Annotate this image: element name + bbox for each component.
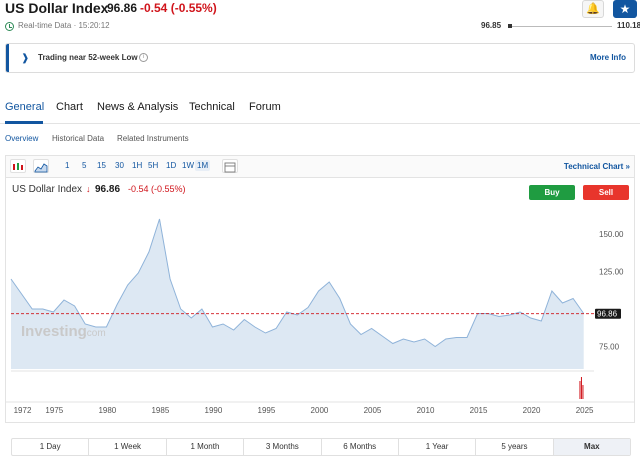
range-6-months[interactable]: 6 Months [322,439,399,455]
day-range-low: 96.85 [481,21,502,30]
alert-text: Trading near 52-week Low [38,53,138,62]
range-max[interactable]: Max [553,439,630,455]
chart-toolbar: 1 5 15 30 1H 5H 1D 1W 1M Technical Chart… [6,156,634,178]
y-tick-label: 75.00 [599,343,620,352]
time-range-selector: 1 Day 1 Week 1 Month 3 Months 6 Months 1… [11,438,631,456]
interval-1m[interactable]: 1M [195,160,211,171]
calendar-icon[interactable] [222,159,238,173]
more-info-link[interactable]: More Info [590,53,626,62]
x-tick-label: 2005 [364,406,382,415]
x-tick-label: 1990 [205,406,223,415]
tab-news-analysis[interactable]: News & Analysis [97,101,178,113]
main-tabs: General Chart News & Analysis Technical … [0,100,640,124]
x-tick-label: 1995 [258,406,276,415]
interval-1d[interactable]: 1D [164,160,178,171]
investing-watermark-suffix: .com [84,328,106,339]
instrument-title: US Dollar Index [5,0,109,16]
x-tick-label: 2025 [576,406,594,415]
candlestick-icon[interactable] [10,159,26,173]
day-range-high: 110.18 [617,21,640,30]
price-chart[interactable]: Investing.com 96.86 150.00 125.00 75.00 1972 1… [6,204,634,422]
realtime-row: Real-time Data · 15:20:12 96.85 110.18 [0,20,640,34]
volume-bar [579,381,581,399]
range-1-week[interactable]: 1 Week [89,439,167,455]
signal-icon: ❱ [21,53,30,64]
x-tick-label: 2020 [523,406,541,415]
x-tick-label: 1985 [151,406,169,415]
range-1-day[interactable]: 1 Day [12,439,90,455]
interval-1[interactable]: 1 [63,160,71,171]
tab-chart[interactable]: Chart [56,101,83,113]
subtab-related-instruments[interactable]: Related Instruments [117,134,189,143]
interval-15[interactable]: 15 [95,160,108,171]
alert-accent-bar [6,44,9,72]
price-change: -0.54 (-0.55%) [140,1,217,15]
price-change-value: -0.54 [140,1,168,15]
range-1-year[interactable]: 1 Year [399,439,477,455]
range-3-months[interactable]: 3 Months [244,439,322,455]
day-range-marker [508,24,512,28]
volume-bar [580,377,582,399]
down-arrow-icon: ↓ [86,184,91,194]
y-tick-label: 150.00 [599,230,624,239]
x-tick-label: 2015 [470,406,488,415]
realtime-label: Real-time Data · 15:20:12 [18,21,110,30]
price-change-percent: (-0.55%) [170,1,217,15]
x-tick-label: 2000 [311,406,329,415]
interval-30[interactable]: 30 [113,160,126,171]
sell-button[interactable]: Sell [583,185,629,200]
legend-change: -0.54 (-0.55%) [128,184,186,194]
clock-icon [5,22,14,31]
interval-5h[interactable]: 5H [146,160,160,171]
buy-button[interactable]: Buy [529,185,575,200]
active-tab-indicator [5,121,43,124]
range-1-month[interactable]: 1 Month [167,439,245,455]
tab-technical[interactable]: Technical [189,101,235,113]
current-price-label: 96.86 [597,310,618,319]
sub-tabs: Overview Historical Data Related Instrum… [0,132,640,152]
bell-plus-icon: 🔔 [586,3,600,15]
area-chart-icon[interactable] [33,159,49,173]
volume-bar [582,385,584,399]
y-tick-label: 125.00 [599,268,624,277]
legend-price: 96.86 [95,184,121,195]
star-icon: ★ [619,2,631,16]
x-tick-label: 1980 [98,406,116,415]
alert-bell-button[interactable]: 🔔 [582,0,604,18]
range-5-years[interactable]: 5 years [476,439,554,455]
price-area-fill [11,219,584,369]
interval-1w[interactable]: 1W [180,160,196,171]
legend-title: US Dollar Index [12,184,83,195]
technical-chart-link[interactable]: Technical Chart » [564,162,630,171]
last-price: 96.86 [107,1,138,15]
52-week-low-alert: ❱ Trading near 52-week Low i More Info [5,43,635,73]
x-tick-label: 1972 [14,406,32,415]
interval-1h[interactable]: 1H [130,160,144,171]
chart-panel: 1 5 15 30 1H 5H 1D 1W 1M Technical Chart… [5,155,635,423]
subtab-historical-data[interactable]: Historical Data [52,134,104,143]
interval-5[interactable]: 5 [80,160,88,171]
tab-forum[interactable]: Forum [249,101,281,113]
subtab-overview[interactable]: Overview [5,134,38,143]
x-tick-label: 2010 [417,406,435,415]
day-range-bar [508,26,612,27]
watchlist-star-button[interactable]: ★ [613,0,637,18]
tab-general[interactable]: General [5,101,44,113]
info-icon[interactable]: i [139,53,148,62]
investing-watermark: Investing [21,323,87,340]
x-tick-label: 1975 [45,406,63,415]
quote-header: US Dollar Index 96.86 -0.54 (-0.55%) 🔔 ★ [0,0,640,20]
